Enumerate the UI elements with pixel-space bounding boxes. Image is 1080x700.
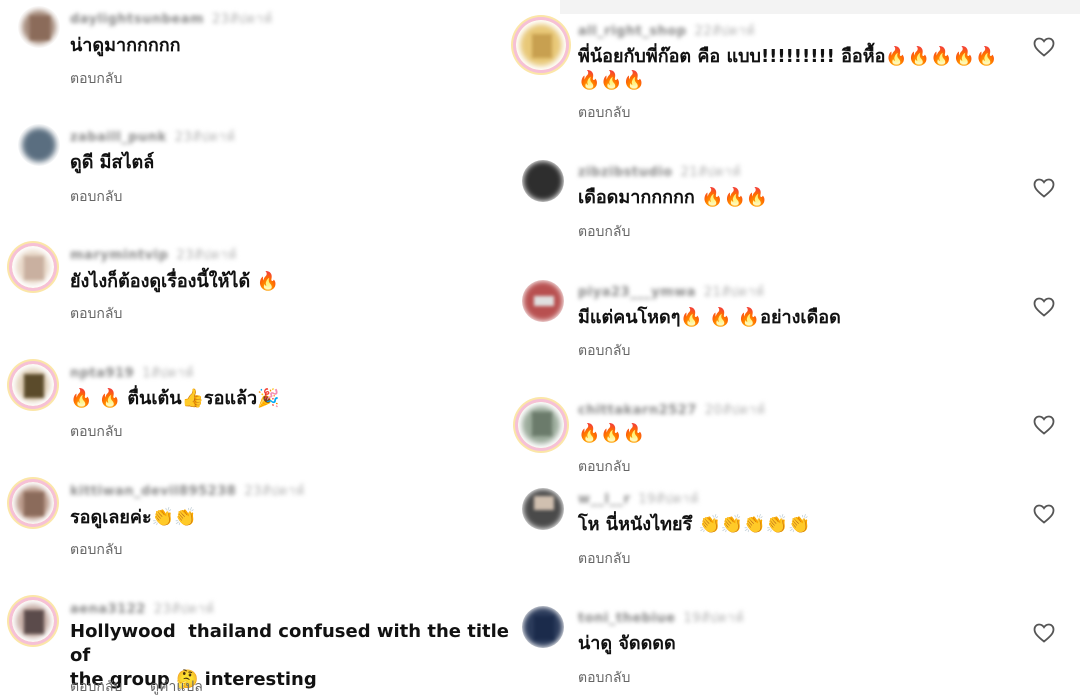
comment-text: ดูดี มีสไตล์ [70, 152, 155, 173]
comment-username[interactable]: daylightsunbeam 23สัปดาห์ [70, 8, 273, 29]
avatar[interactable] [18, 124, 60, 166]
comment-text: โห นี่หนังไทยรึ 👏👏👏👏👏 [578, 514, 811, 535]
comment-text: Hollywood thailand confused with the tit… [70, 621, 510, 690]
comment-text: 🔥🔥🔥 [578, 423, 646, 444]
comment-text: น่าดูมากกกกก [70, 35, 181, 56]
comment-username[interactable]: all_right_shop 22สัปดาห์ [578, 20, 755, 41]
avatar[interactable] [12, 600, 54, 642]
comment-username[interactable]: w__l__r 19สัปดาห์ [578, 488, 699, 509]
avatar[interactable] [12, 482, 54, 524]
comment-text: รอดูเลยค่ะ👏👏 [70, 507, 197, 528]
reply-button[interactable]: ตอบกลับ [578, 340, 630, 362]
avatar[interactable] [522, 280, 564, 322]
comments-column-right: all_right_shop 22สัปดาห์ พี่น้อยกับพี่ก๊อ… [510, 0, 1080, 700]
reply-button[interactable]: ตอบกลับ [70, 186, 122, 208]
reply-button[interactable]: ตอบกลับ [578, 221, 630, 243]
heart-icon[interactable] [1032, 176, 1056, 200]
comment-username[interactable]: npta919 1สัปดาห์ [70, 362, 194, 383]
heart-icon[interactable] [1032, 295, 1056, 319]
avatar[interactable] [516, 20, 566, 70]
comment-username[interactable]: kittiwan_devil895238 23สัปดาห์ [70, 480, 305, 501]
avatar[interactable] [522, 488, 564, 530]
reply-button[interactable]: ตอบกลับ [578, 456, 630, 478]
reply-button[interactable]: ตอบกลับ [70, 303, 122, 325]
comment-text: น่าดู จัดดดด [578, 633, 676, 654]
avatar[interactable] [12, 246, 54, 288]
reply-button[interactable]: ตอบกลับ [70, 68, 122, 90]
heart-icon[interactable] [1032, 413, 1056, 437]
reply-button[interactable]: ตอบกลับ [70, 676, 122, 698]
comment-text: เดือดมากกกกก 🔥🔥🔥 [578, 187, 769, 208]
reply-button[interactable]: ตอบกลับ [578, 667, 630, 689]
comment-username[interactable]: marymintvip 23สัปดาห์ [70, 244, 237, 265]
reply-button[interactable]: ตอบกลับ [70, 539, 122, 561]
avatar[interactable] [518, 402, 564, 448]
comment-username[interactable]: piya23___ymwa 21สัปดาห์ [578, 281, 764, 302]
avatar[interactable] [18, 6, 60, 48]
comment-username[interactable]: zabaill_punk 23สัปดาห์ [70, 126, 235, 147]
reply-button[interactable]: ตอบกลับ [578, 548, 630, 570]
reply-button[interactable]: ตอบกลับ [578, 102, 630, 124]
reply-button[interactable]: ตอบกลับ [70, 421, 122, 443]
comment-text: ยังไงก็ต้องดูเรื่องนี้ให้ได้ 🔥 [70, 271, 279, 292]
comment-username[interactable]: zibzibstudio 21สัปดาห์ [578, 161, 741, 182]
comment-text: มีแต่คนโหดๆ🔥 🔥 🔥อย่างเดือด [578, 307, 841, 328]
heart-icon[interactable] [1032, 35, 1056, 59]
heart-icon[interactable] [1032, 621, 1056, 645]
see-translation-link[interactable]: ดูคำแปล [150, 676, 203, 698]
comment-username[interactable]: aena3122 23สัปดาห์ [70, 598, 214, 619]
avatar[interactable] [522, 606, 564, 648]
comment-username[interactable]: toni_thebiue 19สัปดาห์ [578, 607, 744, 628]
avatar[interactable] [12, 364, 54, 406]
comment-text: พี่น้อยกับพี่ก๊อต คือ แบบ!!!!!!!!! อือหื… [578, 46, 998, 91]
heart-icon[interactable] [1032, 502, 1056, 526]
comment-username[interactable]: chittakarn2527 20สัปดาห์ [578, 399, 765, 420]
comment-text: 🔥 🔥 ตื่นเต้น👍รอแล้ว🎉 [70, 388, 280, 409]
avatar[interactable] [522, 160, 564, 202]
comments-column-left: daylightsunbeam 23สัปดาห์ น่าดูมากกกกก ตอ… [0, 0, 530, 700]
